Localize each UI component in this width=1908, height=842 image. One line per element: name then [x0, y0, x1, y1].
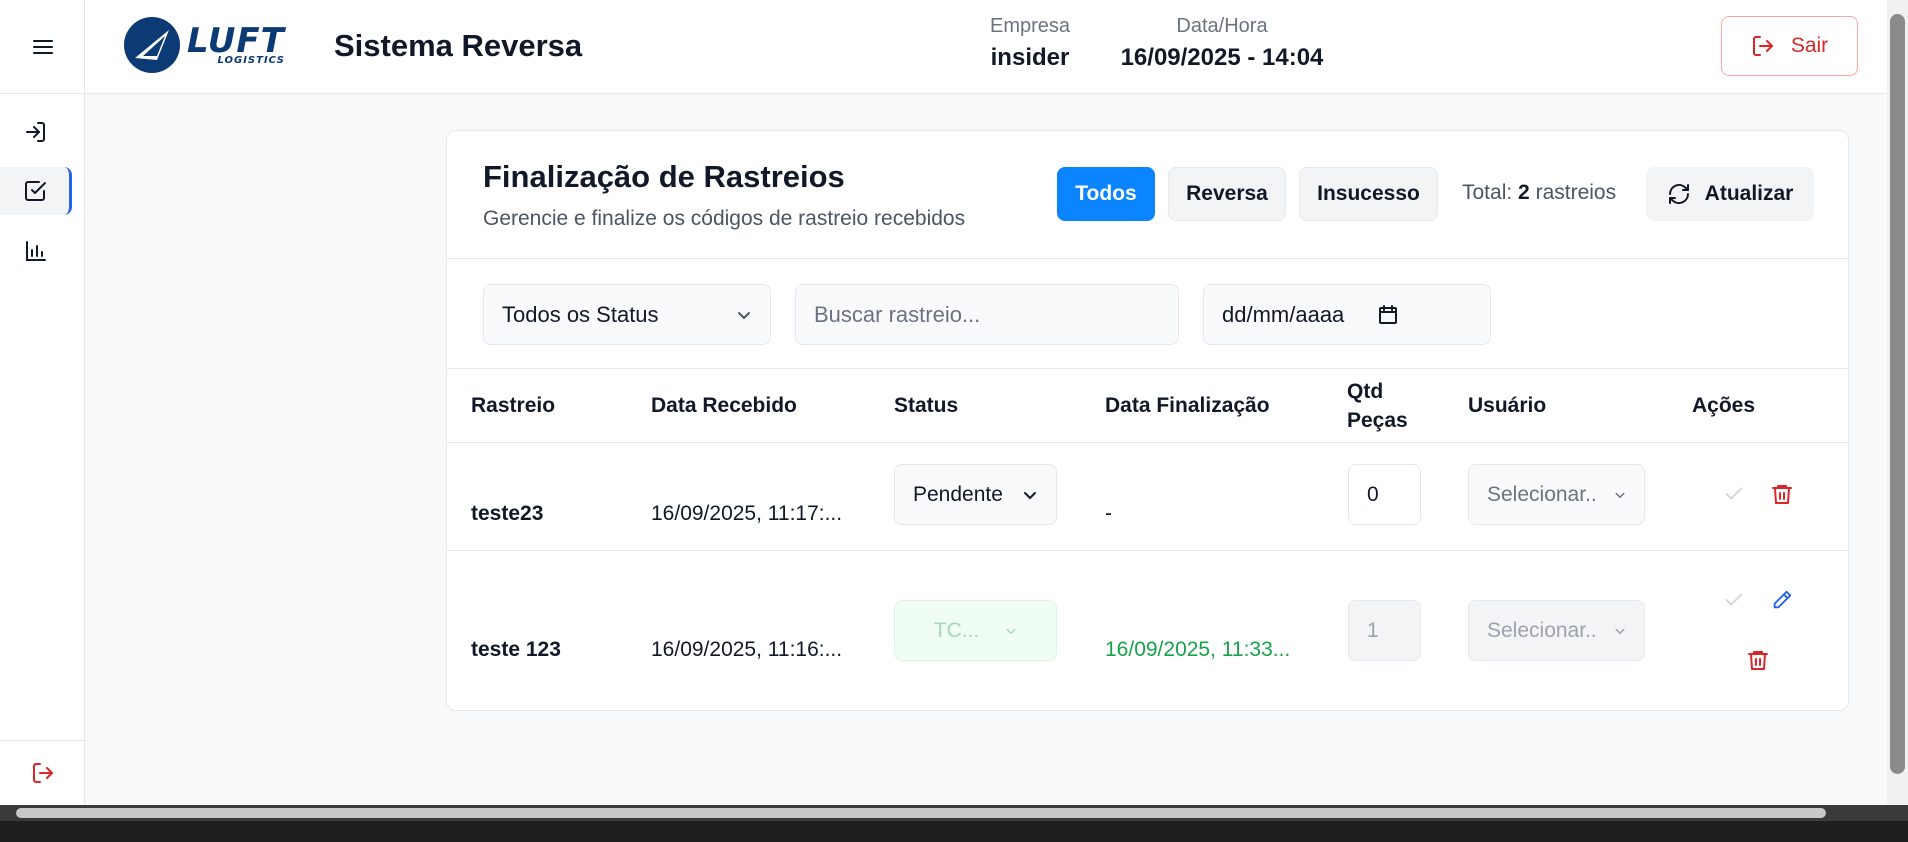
app-title: Sistema Reversa	[334, 28, 583, 63]
logout-icon	[1752, 36, 1773, 56]
col-usuario: Usuário	[1468, 393, 1547, 417]
row-usuario-value: Selecionar..	[1487, 482, 1597, 506]
row-status-select[interactable]: TC...	[894, 600, 1057, 661]
row-status-value: TC...	[933, 618, 980, 642]
col-rastreio: Rastreio	[471, 393, 556, 417]
tab-todos[interactable]: Todos	[1057, 167, 1155, 221]
edit-button[interactable]	[1767, 585, 1797, 615]
tab-insucesso[interactable]: Insucesso	[1299, 167, 1438, 221]
row-rastreio: teste 123	[471, 638, 561, 661]
menu-button[interactable]	[0, 0, 85, 94]
status-filter-select[interactable]: Todos os Status	[483, 284, 771, 345]
row-data-recebido: 16/09/2025, 11:17:...	[651, 502, 843, 525]
col-data-recebido: Data Recebido	[651, 393, 797, 417]
refresh-label: Atualizar	[1704, 182, 1794, 205]
luft-emblem-icon	[124, 17, 180, 73]
datahora-value: 16/09/2025 - 14:04	[1120, 44, 1324, 71]
sidebar-item-finalizacao[interactable]	[0, 167, 72, 215]
logout-label: Sair	[1790, 34, 1829, 57]
row-data-finalizacao: -	[1105, 502, 1112, 525]
bar-chart-icon	[26, 241, 46, 261]
sidebar-item-relatorios[interactable]	[0, 227, 72, 275]
sidebar	[0, 0, 85, 805]
row-qtd-input[interactable]: 1	[1348, 600, 1421, 661]
tab-reversa[interactable]: Reversa	[1168, 167, 1286, 221]
chevron-down-icon	[1024, 491, 1036, 499]
calendar-icon[interactable]	[1378, 304, 1398, 325]
confirm-button[interactable]	[1719, 585, 1749, 615]
chevron-down-icon	[1615, 492, 1625, 498]
search-placeholder: Buscar rastreio...	[814, 301, 981, 327]
date-placeholder: dd/mm/aaaa	[1222, 301, 1345, 327]
total-number: 2	[1518, 181, 1530, 204]
horizontal-scrollbar-thumb[interactable]	[16, 808, 1826, 818]
row-divider	[447, 550, 1848, 551]
datahora-label: Data/Hora	[1176, 15, 1268, 37]
row-data-finalizacao: 16/09/2025, 11:33...	[1105, 638, 1291, 661]
trash-icon	[1772, 485, 1792, 504]
row-data-recebido: 16/09/2025, 11:16:...	[651, 638, 843, 661]
row-qtd-input[interactable]: 0	[1348, 464, 1421, 525]
logo-subtext: LOGISTICS	[217, 55, 285, 66]
empresa-label: Empresa	[989, 15, 1071, 37]
hamburger-icon	[32, 39, 53, 54]
col-acoes: Ações	[1692, 393, 1756, 417]
finalizacao-card: Finalização de Rastreios Gerencie e fina…	[446, 130, 1849, 711]
refresh-icon	[1668, 184, 1689, 204]
chevron-down-icon	[1006, 628, 1016, 634]
confirm-button[interactable]	[1719, 479, 1749, 509]
sidebar-logout[interactable]	[0, 740, 85, 805]
delete-button[interactable]	[1743, 645, 1773, 675]
login-icon	[26, 122, 45, 142]
luft-logo: LUFT LOGISTICS	[123, 16, 285, 74]
logout-icon	[32, 763, 53, 783]
col-status: Status	[894, 393, 959, 417]
total-count: Total: 2 rastreios	[1462, 181, 1617, 204]
card-title: Finalização de Rastreios	[483, 159, 845, 194]
horizontal-scrollbar[interactable]	[0, 805, 1908, 821]
refresh-button[interactable]: Atualizar	[1646, 167, 1814, 221]
os-taskbar	[0, 821, 1908, 842]
status-filter-value: Todos os Status	[502, 301, 659, 327]
chevron-down-icon	[738, 311, 750, 319]
row-status-value: Pendente	[913, 482, 1003, 506]
date-input[interactable]: dd/mm/aaaa	[1203, 284, 1491, 345]
row-rastreio: teste23	[471, 502, 544, 525]
delete-button[interactable]	[1767, 479, 1797, 509]
empresa-value: insider	[990, 44, 1070, 71]
check-icon	[1725, 487, 1743, 500]
card-subtitle: Gerencie e finalize os códigos de rastre…	[483, 207, 966, 230]
sidebar-item-entrada[interactable]	[0, 108, 72, 156]
top-header: LUFT LOGISTICS Sistema Reversa Empresa i…	[85, 0, 1887, 94]
check-icon	[1725, 593, 1743, 606]
empresa-info: Empresa insider	[965, 15, 1095, 72]
search-input[interactable]: Buscar rastreio...	[795, 284, 1179, 345]
logout-button[interactable]: Sair	[1721, 16, 1858, 76]
vertical-scrollbar[interactable]	[1887, 0, 1908, 805]
row-status-select[interactable]: Pendente	[894, 464, 1057, 525]
card-header: Finalização de Rastreios Gerencie e fina…	[447, 131, 1848, 259]
row-usuario-select[interactable]: Selecionar..	[1468, 600, 1645, 661]
chevron-down-icon	[1615, 628, 1625, 634]
header-divider	[447, 442, 1848, 443]
vertical-scrollbar-thumb[interactable]	[1890, 14, 1905, 774]
col-data-finalizacao: Data Finalização	[1105, 393, 1270, 417]
logo-text: LUFT	[187, 21, 285, 61]
check-square-icon	[24, 181, 46, 201]
datahora-info: Data/Hora 16/09/2025 - 14:04	[1097, 15, 1347, 72]
row-usuario-value: Selecionar..	[1487, 618, 1597, 642]
trash-icon	[1748, 651, 1768, 670]
pencil-icon	[1773, 590, 1792, 609]
row-usuario-select[interactable]: Selecionar..	[1468, 464, 1645, 525]
col-qtd-pecas: Qtd Peças	[1347, 379, 1408, 432]
